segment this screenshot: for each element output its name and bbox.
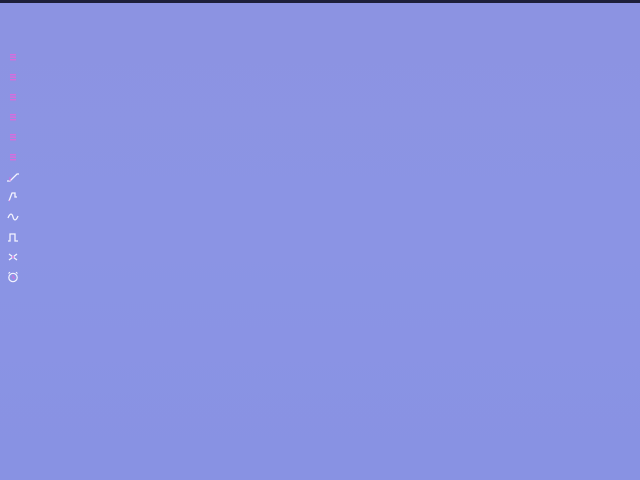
menu-button-2[interactable] bbox=[4, 68, 22, 86]
menu-icon bbox=[10, 54, 16, 61]
menu-icon bbox=[10, 114, 16, 121]
top-bar bbox=[0, 0, 640, 3]
square-wave-button[interactable] bbox=[4, 228, 22, 246]
menu-icon bbox=[10, 94, 16, 101]
menu-button-4[interactable] bbox=[4, 108, 22, 126]
sine-wave-icon bbox=[7, 213, 19, 221]
shuffle-button[interactable] bbox=[4, 248, 22, 266]
sine-wave-button[interactable] bbox=[4, 208, 22, 226]
alarm-icon bbox=[8, 271, 18, 283]
menu-icon bbox=[10, 74, 16, 81]
menu-icon bbox=[10, 154, 16, 161]
sawtooth-wave-button[interactable] bbox=[4, 168, 22, 186]
envelope-wave-icon bbox=[8, 192, 17, 202]
alarm-button[interactable] bbox=[4, 268, 22, 286]
menu-button-1[interactable] bbox=[4, 48, 22, 66]
menu-button-5[interactable] bbox=[4, 128, 22, 146]
menu-button-6[interactable] bbox=[4, 148, 22, 166]
menu-icon bbox=[10, 134, 16, 141]
sawtooth-wave-icon bbox=[7, 173, 19, 182]
envelope-wave-button[interactable] bbox=[4, 188, 22, 206]
desktop-background bbox=[0, 0, 640, 480]
square-wave-icon bbox=[8, 233, 18, 242]
shuffle-icon bbox=[8, 253, 18, 261]
menu-button-3[interactable] bbox=[4, 88, 22, 106]
